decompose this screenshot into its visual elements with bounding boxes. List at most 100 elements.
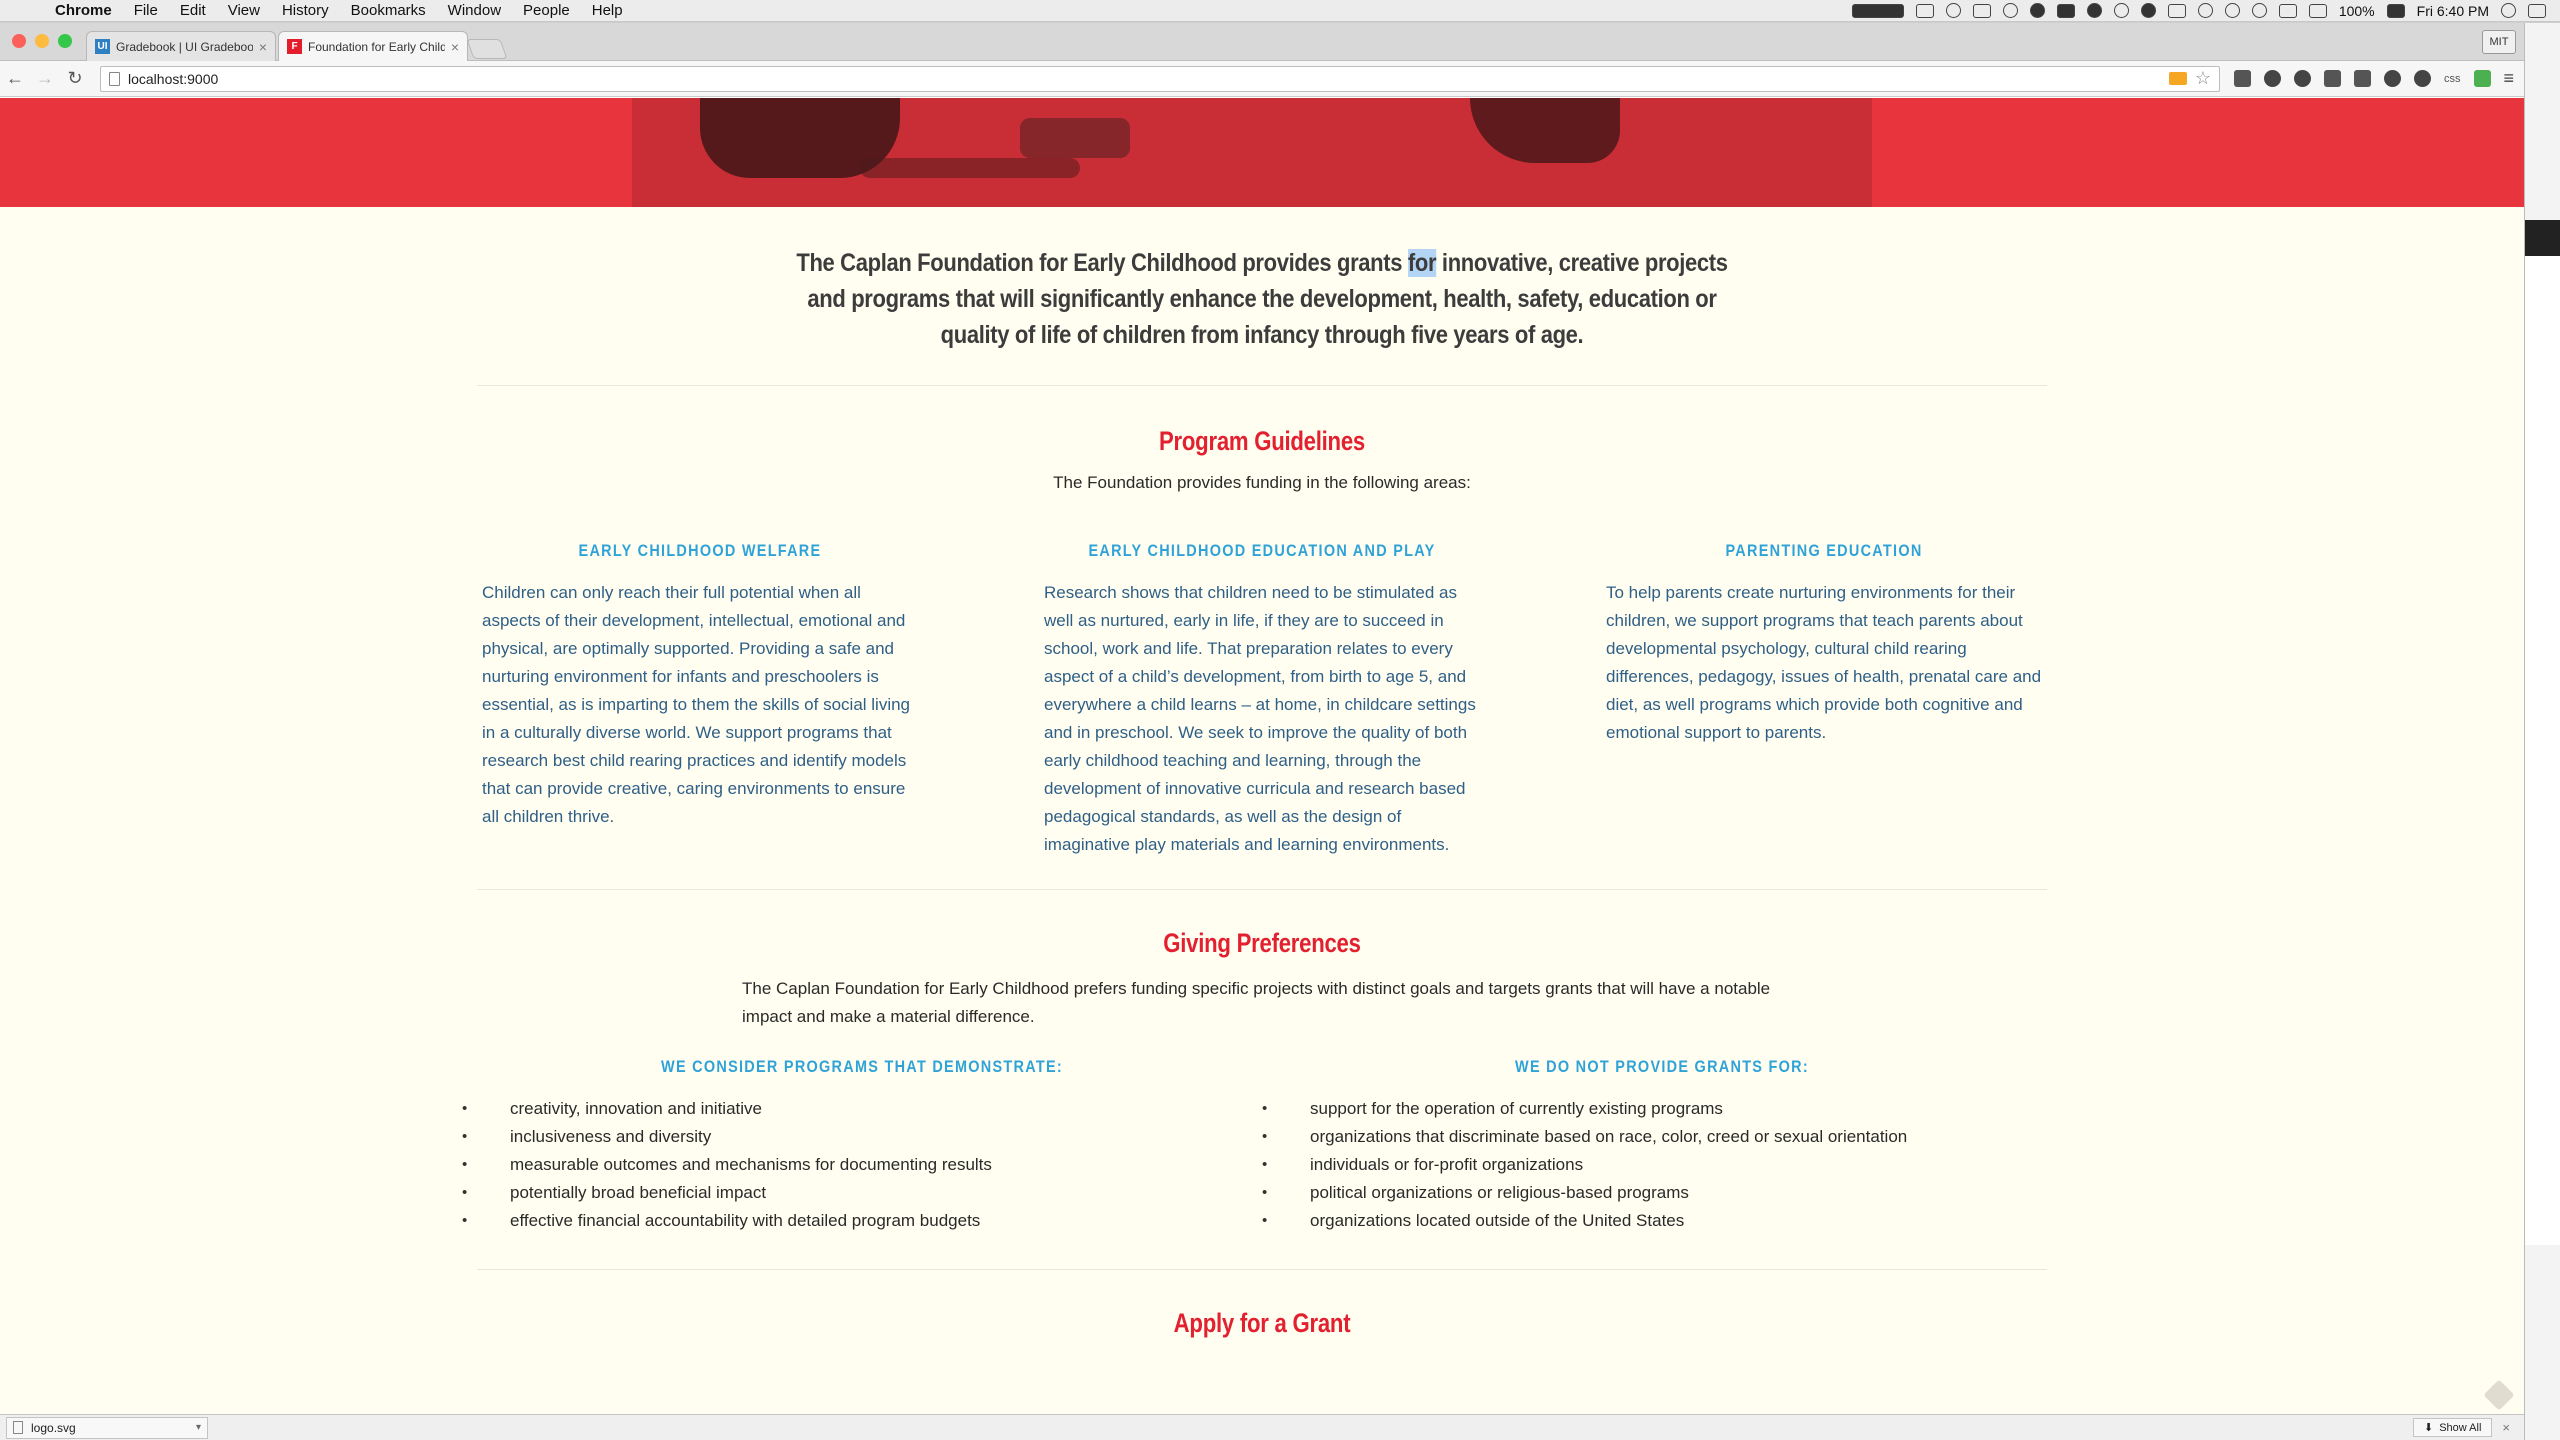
funding-area-text: Research shows that children need to be … [1044, 583, 1476, 854]
list-item: measurable outcomes and mechanisms for d… [462, 1151, 1262, 1179]
app-icon[interactable] [2113, 3, 2129, 18]
pen-extension-icon[interactable] [2234, 70, 2251, 87]
close-tab-icon[interactable]: × [259, 39, 267, 55]
circle-extension-icon[interactable] [2414, 70, 2431, 87]
download-arrow-icon: ⬇ [2423, 1422, 2434, 1434]
evernote-extension-icon[interactable] [2354, 70, 2371, 87]
section-divider [477, 385, 2047, 386]
back-arrow-icon[interactable]: ← [0, 68, 30, 89]
close-tab-icon[interactable]: × [451, 39, 459, 55]
address-bar[interactable]: localhost:9000 ☆ [100, 65, 2220, 92]
consider-list: creativity, innovation and initiative in… [462, 1095, 1262, 1235]
list-item: organizations located outside of the Uni… [1262, 1207, 2062, 1235]
screen-icon[interactable] [1972, 3, 1991, 18]
background-window-panel [2525, 220, 2560, 256]
new-tab-button[interactable] [466, 39, 508, 59]
dropbox-icon[interactable] [2056, 3, 2075, 18]
window-controls [12, 34, 72, 48]
funding-area-heading: PARENTING EDUCATION [1725, 541, 1923, 560]
tab-gradebook[interactable]: UI Gradebook | UI Gradebook × [86, 31, 276, 61]
shield-extension-icon[interactable] [2473, 70, 2491, 87]
keyboard-icon[interactable] [2167, 3, 2186, 18]
menu-bookmarks[interactable]: Bookmarks [340, 2, 437, 19]
alfred-icon[interactable] [2140, 3, 2156, 18]
battery-icon[interactable] [2386, 3, 2405, 18]
chevron-down-icon[interactable]: ▾ [196, 1422, 201, 1433]
foundation-favicon-icon: F [287, 39, 302, 54]
list-item: political organizations or religious-bas… [1262, 1179, 2062, 1207]
close-shelf-icon[interactable]: × [2502, 1420, 2510, 1435]
menu-help[interactable]: Help [581, 2, 634, 19]
tab-title: Gradebook | UI Gradebook [116, 39, 253, 54]
status-area: 100% Fri 6:40 PM [1851, 3, 2560, 19]
flag-icon[interactable] [2308, 3, 2327, 18]
giving-criteria: WE CONSIDER PROGRAMS THAT DEMONSTRATE: c… [462, 1057, 2062, 1235]
list-item: individuals or for-profit organizations [1262, 1151, 2062, 1179]
download-item[interactable]: logo.svg ▾ [6, 1416, 208, 1439]
chrome-window: UI Gradebook | UI Gradebook × F Foundati… [0, 23, 2524, 1440]
consider-heading: WE CONSIDER PROGRAMS THAT DEMONSTRATE: [661, 1057, 1063, 1076]
background-window-edge[interactable] [2524, 23, 2560, 1440]
scroll-to-top-icon[interactable] [2483, 1379, 2515, 1411]
bluetooth-icon[interactable] [2224, 3, 2240, 18]
circle-icon[interactable] [2086, 3, 2102, 18]
forward-arrow-icon[interactable]: → [30, 68, 60, 89]
program-guidelines-title: Program Guidelines [1159, 426, 1365, 456]
macos-menubar: Chrome File Edit View History Bookmarks … [0, 0, 2560, 22]
battery-percentage[interactable]: 100% [2339, 3, 2375, 19]
clock[interactable]: Fri 6:40 PM [2417, 3, 2489, 19]
script-icon[interactable] [1915, 3, 1934, 18]
section-divider [477, 1269, 2047, 1270]
tab-foundation[interactable]: F Foundation for Early Childhood × [278, 31, 468, 61]
menu-history[interactable]: History [271, 2, 340, 19]
list-item: inclusiveness and diversity [462, 1123, 1262, 1151]
download-shelf: logo.svg ▾ ⬇ Show All × [0, 1414, 2524, 1440]
menu-people[interactable]: People [512, 2, 581, 19]
giving-preferences-title: Giving Preferences [1163, 928, 1361, 958]
spotlight-icon[interactable] [2501, 3, 2516, 18]
time-machine-icon[interactable] [2197, 3, 2213, 18]
page-viewport[interactable]: The Caplan Foundation for Early Childhoo… [0, 98, 2524, 1414]
maximize-window-button[interactable] [58, 34, 72, 48]
show-all-downloads-button[interactable]: ⬇ Show All [2412, 1418, 2493, 1437]
list-item: creativity, innovation and initiative [462, 1095, 1262, 1123]
cast-icon[interactable] [2168, 72, 2187, 85]
reload-icon[interactable]: ↻ [60, 68, 90, 89]
funding-area-parenting: PARENTING EDUCATION To help parents crea… [1584, 541, 2064, 859]
pocket-extension-icon[interactable] [2324, 70, 2341, 87]
sync-icon[interactable] [1945, 3, 1961, 18]
menu-window[interactable]: Window [437, 2, 512, 19]
timer-icon[interactable] [2002, 3, 2018, 18]
exclude-list: support for the operation of currently e… [1262, 1095, 2062, 1235]
page-content: The Caplan Foundation for Early Childhoo… [0, 207, 2524, 1339]
program-guidelines-subtitle: The Foundation provides funding in the f… [1053, 473, 1471, 492]
funding-area-text: To help parents create nurturing environ… [1606, 583, 2042, 742]
minimize-window-button[interactable] [35, 34, 49, 48]
background-window-content [2525, 220, 2560, 1245]
close-window-button[interactable] [12, 34, 26, 48]
settings-extension-icon[interactable] [2294, 70, 2311, 87]
extension-icons: css ≡ [2234, 68, 2514, 89]
css-extension-icon[interactable]: css [2444, 73, 2461, 85]
exclude-list-column: WE DO NOT PROVIDE GRANTS FOR: support fo… [1262, 1057, 2062, 1235]
wifi-icon[interactable] [2251, 3, 2267, 18]
menu-edit[interactable]: Edit [169, 2, 217, 19]
download-filename[interactable]: logo.svg [31, 1421, 188, 1435]
profile-button[interactable]: MIT [2482, 30, 2516, 54]
menu-file[interactable]: File [123, 2, 169, 19]
selected-text: for [1407, 249, 1437, 277]
menu-view[interactable]: View [217, 2, 271, 19]
cloud-icon[interactable] [2029, 3, 2045, 18]
bookmark-star-icon[interactable]: ☆ [2195, 68, 2211, 89]
history-extension-icon[interactable] [2264, 70, 2281, 87]
url-text[interactable]: localhost:9000 [128, 71, 2161, 87]
tab-title: Foundation for Early Childhood [308, 39, 445, 54]
consider-list-column: WE CONSIDER PROGRAMS THAT DEMONSTRATE: c… [462, 1057, 1262, 1235]
chrome-menu-icon[interactable]: ≡ [2504, 68, 2515, 89]
volume-icon[interactable] [2278, 3, 2297, 18]
media-control-icon[interactable] [1851, 3, 1904, 18]
menu-app-chrome[interactable]: Chrome [44, 2, 123, 19]
notification-center-icon[interactable] [2528, 3, 2546, 18]
funding-area-heading: EARLY CHILDHOOD WELFARE [578, 541, 822, 560]
ghost-extension-icon[interactable] [2384, 70, 2401, 87]
